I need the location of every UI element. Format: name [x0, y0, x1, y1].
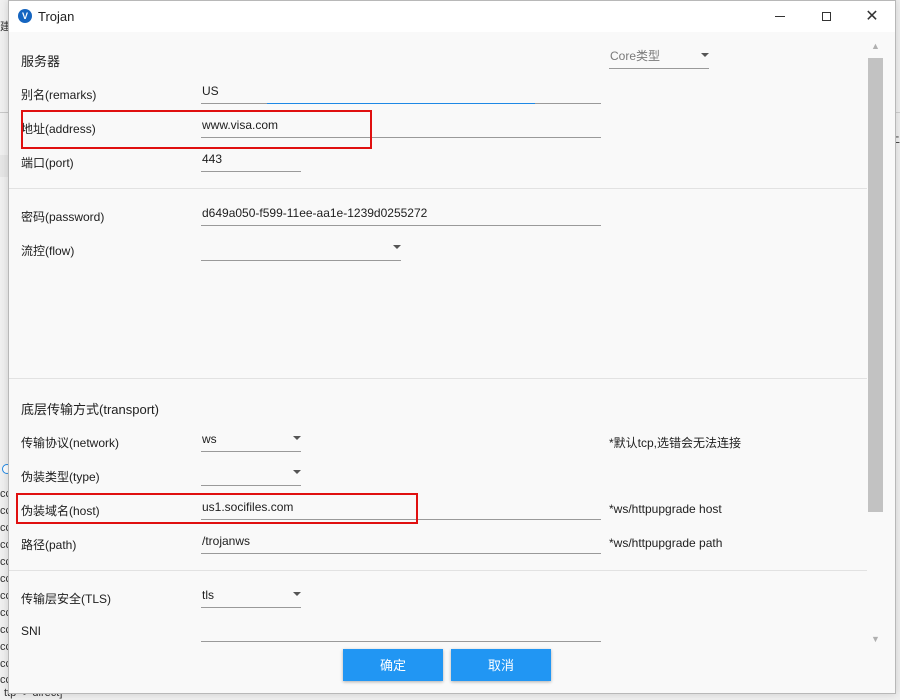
network-label: 传输协议(network)	[21, 436, 120, 450]
section-divider	[9, 188, 867, 189]
minimize-button[interactable]	[757, 1, 803, 32]
flow-select[interactable]	[201, 239, 401, 261]
scrollbar-thumb[interactable]	[868, 58, 883, 512]
maximize-icon	[821, 12, 831, 21]
host-note: *ws/httpupgrade host	[609, 502, 722, 516]
type-select[interactable]	[201, 464, 301, 486]
app-logo-icon: V	[18, 9, 32, 23]
password-label: 密码(password)	[21, 210, 105, 224]
network-note: *默认tcp,选错会无法连接	[609, 436, 742, 450]
port-label: 端口(port)	[21, 156, 74, 170]
highlight-box-address	[21, 110, 372, 149]
trojan-dialog: V Trojan ✕ 服务器 Core类型 别名(remarks) US 地址(…	[8, 0, 896, 694]
cancel-button[interactable]: 取消	[451, 649, 551, 681]
background-row	[0, 155, 8, 177]
port-input[interactable]: 443	[201, 150, 301, 172]
password-input[interactable]: d649a050-f599-11ee-aa1e-1239d0255272	[201, 204, 601, 226]
background-divider	[0, 112, 8, 113]
close-icon: ✕	[865, 7, 879, 25]
section-divider	[9, 378, 867, 379]
sni-input[interactable]	[201, 620, 601, 642]
dialog-content: 服务器 Core类型 别名(remarks) US 地址(address) ww…	[9, 32, 895, 693]
network-select[interactable]: ws	[201, 430, 301, 452]
chevron-down-icon	[701, 53, 709, 57]
confirm-button[interactable]: 确定	[343, 649, 443, 681]
tls-value: tls	[202, 588, 214, 602]
minimize-icon	[775, 16, 785, 17]
core-type-select[interactable]: Core类型	[609, 47, 709, 69]
network-value: ws	[202, 432, 217, 446]
core-type-value: Core类型	[610, 49, 661, 63]
vertical-scrollbar[interactable]: ▲ ▼	[867, 38, 884, 648]
title-bar[interactable]: V Trojan ✕	[9, 1, 895, 32]
path-note: *ws/httpupgrade path	[609, 536, 723, 550]
tls-select[interactable]: tls	[201, 586, 301, 608]
type-label: 伪装类型(type)	[21, 470, 100, 484]
tls-label: 传输层安全(TLS)	[21, 592, 112, 606]
chevron-down-icon	[293, 592, 301, 596]
path-label: 路径(path)	[21, 538, 77, 552]
section-divider	[9, 570, 867, 571]
scroll-down-icon[interactable]: ▼	[867, 631, 884, 648]
chevron-down-icon	[393, 245, 401, 249]
path-input[interactable]: /trojanws	[201, 532, 601, 554]
highlight-box-host	[16, 493, 418, 524]
flow-label: 流控(flow)	[21, 244, 75, 258]
scroll-up-icon[interactable]: ▲	[867, 38, 884, 55]
chevron-down-icon	[293, 470, 301, 474]
window-title: Trojan	[38, 9, 75, 24]
sni-label: SNI	[21, 624, 42, 638]
remarks-input[interactable]: US	[201, 82, 601, 104]
section-title-server: 服务器	[21, 54, 61, 69]
remarks-label: 别名(remarks)	[21, 88, 97, 102]
close-button[interactable]: ✕	[849, 1, 895, 32]
section-title-transport: 底层传输方式(transport)	[21, 402, 159, 417]
chevron-down-icon	[293, 436, 301, 440]
maximize-button[interactable]	[803, 1, 849, 32]
